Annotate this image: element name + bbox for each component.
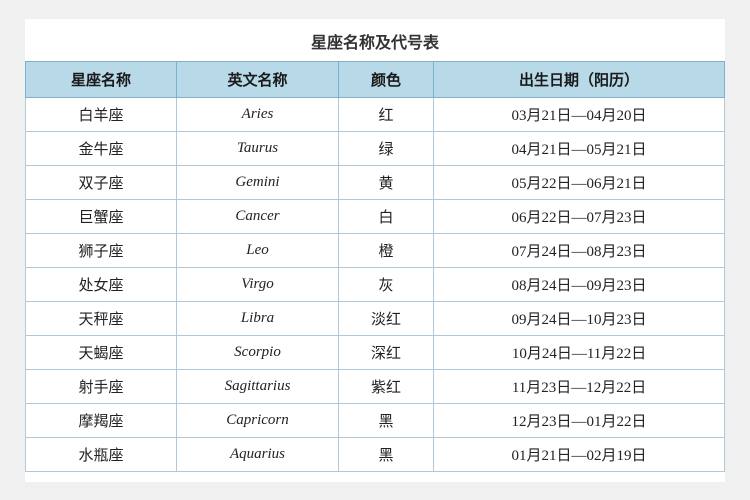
cell-chinese: 白羊座 [26, 97, 177, 131]
cell-dates: 01月21日—02月19日 [434, 437, 725, 471]
cell-color: 绿 [338, 131, 433, 165]
table-row: 金牛座Taurus绿04月21日—05月21日 [26, 131, 725, 165]
page-title: 星座名称及代号表 [25, 29, 725, 53]
table-row: 处女座Virgo灰08月24日—09月23日 [26, 267, 725, 301]
cell-chinese: 巨蟹座 [26, 199, 177, 233]
cell-chinese: 双子座 [26, 165, 177, 199]
cell-dates: 04月21日—05月21日 [434, 131, 725, 165]
cell-dates: 05月22日—06月21日 [434, 165, 725, 199]
cell-chinese: 天蝎座 [26, 335, 177, 369]
cell-english: Aries [177, 97, 339, 131]
cell-english: Sagittarius [177, 369, 339, 403]
table-row: 水瓶座Aquarius黑01月21日—02月19日 [26, 437, 725, 471]
col-header-chinese: 星座名称 [26, 61, 177, 97]
cell-color: 橙 [338, 233, 433, 267]
table-row: 双子座Gemini黄05月22日—06月21日 [26, 165, 725, 199]
cell-color: 白 [338, 199, 433, 233]
cell-english: Taurus [177, 131, 339, 165]
cell-color: 黄 [338, 165, 433, 199]
table-row: 白羊座Aries红03月21日—04月20日 [26, 97, 725, 131]
cell-chinese: 天秤座 [26, 301, 177, 335]
cell-dates: 10月24日—11月22日 [434, 335, 725, 369]
table-row: 摩羯座Capricorn黑12月23日—01月22日 [26, 403, 725, 437]
table-header-row: 星座名称 英文名称 颜色 出生日期（阳历） [26, 61, 725, 97]
cell-color: 深红 [338, 335, 433, 369]
cell-english: Libra [177, 301, 339, 335]
cell-dates: 06月22日—07月23日 [434, 199, 725, 233]
cell-english: Capricorn [177, 403, 339, 437]
table-row: 射手座Sagittarius紫红11月23日—12月22日 [26, 369, 725, 403]
col-header-color: 颜色 [338, 61, 433, 97]
cell-english: Aquarius [177, 437, 339, 471]
cell-color: 红 [338, 97, 433, 131]
cell-color: 灰 [338, 267, 433, 301]
cell-english: Virgo [177, 267, 339, 301]
cell-chinese: 狮子座 [26, 233, 177, 267]
cell-chinese: 处女座 [26, 267, 177, 301]
col-header-dates: 出生日期（阳历） [434, 61, 725, 97]
cell-chinese: 水瓶座 [26, 437, 177, 471]
cell-dates: 08月24日—09月23日 [434, 267, 725, 301]
table-row: 天蝎座Scorpio深红10月24日—11月22日 [26, 335, 725, 369]
cell-english: Leo [177, 233, 339, 267]
cell-english: Scorpio [177, 335, 339, 369]
cell-dates: 03月21日—04月20日 [434, 97, 725, 131]
cell-chinese: 金牛座 [26, 131, 177, 165]
cell-chinese: 射手座 [26, 369, 177, 403]
cell-color: 黑 [338, 437, 433, 471]
cell-color: 淡红 [338, 301, 433, 335]
cell-english: Gemini [177, 165, 339, 199]
cell-color: 紫红 [338, 369, 433, 403]
zodiac-table: 星座名称 英文名称 颜色 出生日期（阳历） 白羊座Aries红03月21日—04… [25, 61, 725, 472]
main-container: 星座名称及代号表 星座名称 英文名称 颜色 出生日期（阳历） 白羊座Aries红… [25, 19, 725, 482]
cell-dates: 09月24日—10月23日 [434, 301, 725, 335]
cell-dates: 12月23日—01月22日 [434, 403, 725, 437]
table-row: 狮子座Leo橙07月24日—08月23日 [26, 233, 725, 267]
table-row: 巨蟹座Cancer白06月22日—07月23日 [26, 199, 725, 233]
table-row: 天秤座Libra淡红09月24日—10月23日 [26, 301, 725, 335]
cell-dates: 11月23日—12月22日 [434, 369, 725, 403]
cell-dates: 07月24日—08月23日 [434, 233, 725, 267]
cell-chinese: 摩羯座 [26, 403, 177, 437]
cell-color: 黑 [338, 403, 433, 437]
cell-english: Cancer [177, 199, 339, 233]
col-header-english: 英文名称 [177, 61, 339, 97]
